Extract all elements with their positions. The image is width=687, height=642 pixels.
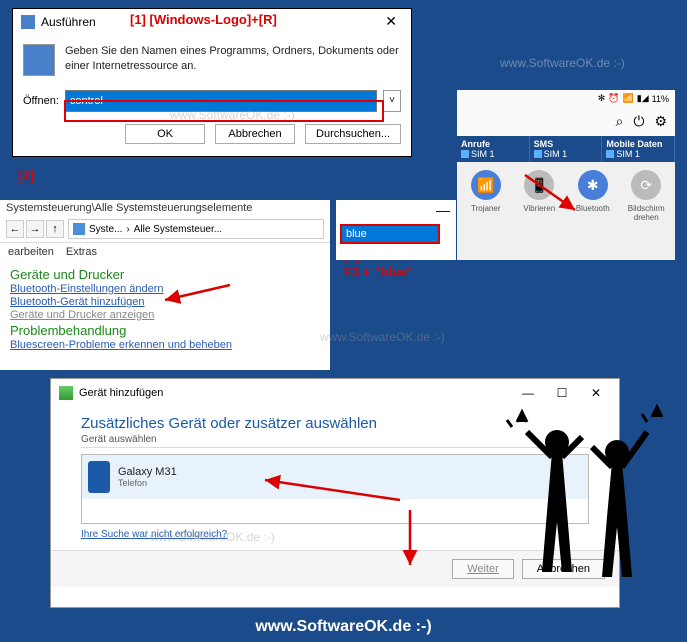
cpl-nav: ← → ↑ Syste... › Alle Systemsteuer... <box>0 216 330 243</box>
close-icon[interactable]: ✕ <box>379 13 403 30</box>
link-show-devices[interactable]: Geräte und Drucker anzeigen <box>10 309 320 321</box>
tile-wifi[interactable]: 📶 Trojaner <box>459 170 513 222</box>
cpl-heading-devices: Geräte und Drucker <box>10 267 320 282</box>
rotate-icon: ⟳ <box>631 170 661 200</box>
android-sim-row: Anrufe SIM 1 SMS SIM 1 Mobile Daten SIM … <box>457 136 675 162</box>
power-icon[interactable]: ⏻ <box>633 113 644 130</box>
search-input[interactable] <box>340 224 440 244</box>
cpl-body: Geräte und Drucker Bluetooth-Einstellung… <box>0 261 330 356</box>
android-tiles: 📶 Trojaner 📳 Vibrieren ✱ Bluetooth ⟳ Bil… <box>457 162 675 230</box>
nav-arrows: ← → ↑ <box>6 220 64 238</box>
cancel-button[interactable]: Abbrechen <box>215 124 295 144</box>
tile-bluetooth[interactable]: ✱ Bluetooth <box>566 170 620 222</box>
cpl-menu: earbeiten Extras <box>0 243 330 261</box>
run-body: Geben Sie den Namen eines Programms, Ord… <box>13 34 411 86</box>
footer-watermark: www.SoftwareOK.de :-) <box>0 618 687 636</box>
run-titlebar: Ausführen ✕ <box>13 9 411 34</box>
wifi-icon: 📶 <box>471 170 501 200</box>
open-label: Öffnen: <box>23 95 59 107</box>
device-name: Galaxy M31 <box>118 466 177 478</box>
sim-cell-data[interactable]: Mobile Daten SIM 1 <box>602 136 675 162</box>
silhouette-decoration <box>497 392 677 592</box>
control-panel-window: Systemsteuerung\Alle Systemsteuerungsele… <box>0 200 330 370</box>
sim-cell-calls[interactable]: Anrufe SIM 1 <box>457 136 530 162</box>
ok-button[interactable]: OK <box>125 124 205 144</box>
annotation-2: [2] <box>18 168 34 183</box>
add-device-icon <box>59 386 73 400</box>
tile-vibrate[interactable]: 📳 Vibrieren <box>513 170 567 222</box>
device-type: Telefon <box>118 478 177 488</box>
run-large-icon <box>23 44 55 76</box>
menu-extras[interactable]: Extras <box>66 246 97 258</box>
run-title: Ausführen <box>41 15 379 29</box>
cpl-heading-troubleshoot: Problembehandlung <box>10 323 320 338</box>
signal-icon: ▮◢ <box>637 93 649 104</box>
tile-rotate[interactable]: ⟳ Bildschirm drehen <box>620 170 674 222</box>
path-a: Syste... <box>89 224 122 235</box>
search-icon[interactable]: ⌕ <box>616 113 624 130</box>
alarm-icon: ⏰ <box>608 93 619 104</box>
path-b: Alle Systemsteuer... <box>134 224 222 235</box>
phone-icon <box>88 461 110 493</box>
bt-status-icon: ✻ <box>598 93 606 104</box>
browse-button[interactable]: Durchsuchen... <box>305 124 401 144</box>
menu-edit[interactable]: earbeiten <box>8 246 54 258</box>
sim-cell-sms[interactable]: SMS SIM 1 <box>530 136 603 162</box>
gear-icon[interactable]: ⚙ <box>654 113 667 130</box>
help-link[interactable]: Ihre Suche war nicht erfolgreich? <box>81 529 227 540</box>
android-status-bar: ✻ ⏰ 📶 ▮◢ 11% <box>457 90 675 107</box>
forward-icon[interactable]: → <box>26 220 44 238</box>
breadcrumb[interactable]: Syste... › Alle Systemsteuer... <box>68 219 324 239</box>
back-icon[interactable]: ← <box>6 220 24 238</box>
cpl-title: Systemsteuerung\Alle Systemsteuerungsele… <box>0 200 330 216</box>
run-icon <box>21 15 35 29</box>
run-description: Geben Sie den Namen eines Programms, Ord… <box>65 44 401 76</box>
watermark: www.SoftwareOK.de :-) <box>320 330 445 344</box>
run-input[interactable] <box>65 90 377 112</box>
search-titlebar: — <box>336 200 456 220</box>
annotation-3-sub: F3 + "blue" <box>344 264 413 279</box>
android-quick-panel: ✻ ⏰ 📶 ▮◢ 11% ⌕ ⏻ ⚙ Anrufe SIM 1 SMS SIM … <box>457 90 675 260</box>
dropdown-icon[interactable]: ˅ <box>383 90 401 112</box>
cpl-icon <box>73 223 85 235</box>
watermark-vertical: www.SoftwareOK.de :-) <box>500 56 625 70</box>
chevron-right-icon: › <box>126 224 129 235</box>
up-icon[interactable]: ↑ <box>46 220 64 238</box>
link-bt-add-device[interactable]: Bluetooth-Gerät hinzufügen <box>10 296 320 308</box>
link-bluescreen[interactable]: Bluescreen-Probleme erkennen und beheben <box>10 339 320 351</box>
link-bt-settings[interactable]: Bluetooth-Einstellungen ändern <box>10 283 320 295</box>
sim-icon <box>534 150 542 158</box>
wifi-status-icon: 📶 <box>623 93 634 104</box>
battery-text: 11% <box>652 94 669 104</box>
bluetooth-icon: ✱ <box>578 170 608 200</box>
sim-icon <box>606 150 614 158</box>
vibrate-icon: 📳 <box>524 170 554 200</box>
android-topbar: ⌕ ⏻ ⚙ <box>457 107 675 136</box>
run-input-row: Öffnen: ˅ <box>13 86 411 116</box>
sim-icon <box>461 150 469 158</box>
device-info: Galaxy M31 Telefon <box>118 466 177 488</box>
add-device-title: Gerät hinzufügen <box>79 387 513 399</box>
run-buttons: OK Abbrechen Durchsuchen... <box>13 116 411 156</box>
search-window: — <box>336 200 456 260</box>
run-dialog: Ausführen ✕ Geben Sie den Namen eines Pr… <box>12 8 412 157</box>
minimize-icon[interactable]: — <box>436 202 450 218</box>
